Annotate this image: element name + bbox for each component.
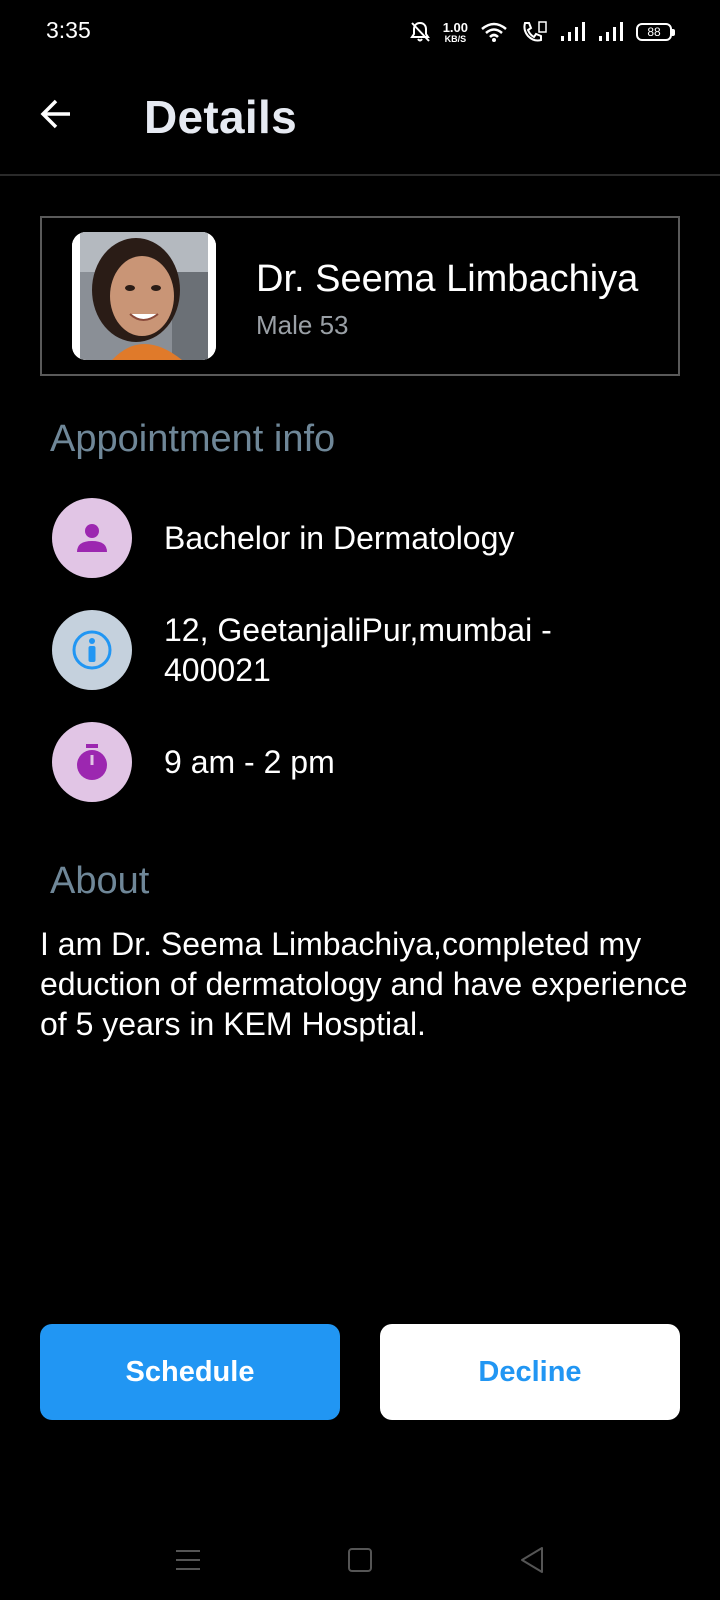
info-row-degree: Bachelor in Dermatology (52, 498, 672, 578)
mute-bell-icon (409, 20, 431, 44)
appointment-info-heading: Appointment info (50, 418, 336, 460)
volte-call-icon (520, 20, 548, 44)
arrow-left-icon (38, 96, 74, 137)
about-heading: About (50, 860, 150, 902)
status-time: 3:35 (46, 17, 91, 43)
decline-button[interactable]: Decline (380, 1324, 680, 1420)
page-title: Details (144, 91, 297, 143)
doctor-name: Dr. Seema Limbachiya (256, 258, 639, 300)
battery-icon: 88 (636, 23, 675, 41)
wifi-icon (480, 21, 508, 43)
schedule-button[interactable]: Schedule (40, 1324, 340, 1420)
doctor-gender-age: Male 53 (256, 310, 349, 340)
signal-icon (598, 21, 624, 43)
degree-text: Bachelor in Dermatology (164, 520, 515, 556)
avatar (72, 232, 216, 360)
app-bar: Details (0, 64, 720, 176)
system-nav-bar (0, 1520, 720, 1600)
profile-card: Dr. Seema Limbachiya Male 53 (40, 216, 680, 376)
back-triangle-icon[interactable] (512, 1540, 552, 1580)
home-square-icon[interactable] (340, 1540, 380, 1580)
signal-icon (560, 21, 586, 43)
net-speed: 1.00 KB/S (443, 21, 468, 44)
person-icon (52, 498, 132, 578)
about-text: I am Dr. Seema Limbachiya,completed my e… (40, 926, 688, 1042)
back-button[interactable] (34, 94, 78, 138)
status-bar: 3:35 1.00 KB/S 88 (0, 0, 720, 64)
address-text: 12, GeetanjaliPur,mumbai - 400021 (164, 612, 552, 688)
net-speed-value: 1.00 (442, 19, 468, 35)
accessibility-info-icon (52, 610, 132, 690)
info-row-hours: 9 am - 2 pm (52, 722, 672, 802)
menu-icon[interactable] (168, 1540, 208, 1580)
info-row-address: 12, GeetanjaliPur,mumbai - 400021 (52, 610, 672, 690)
status-icons: 1.00 KB/S 88 (409, 18, 675, 46)
net-speed-unit: KB/S (444, 33, 467, 44)
stopwatch-icon (52, 722, 132, 802)
hours-text: 9 am - 2 pm (164, 744, 335, 780)
